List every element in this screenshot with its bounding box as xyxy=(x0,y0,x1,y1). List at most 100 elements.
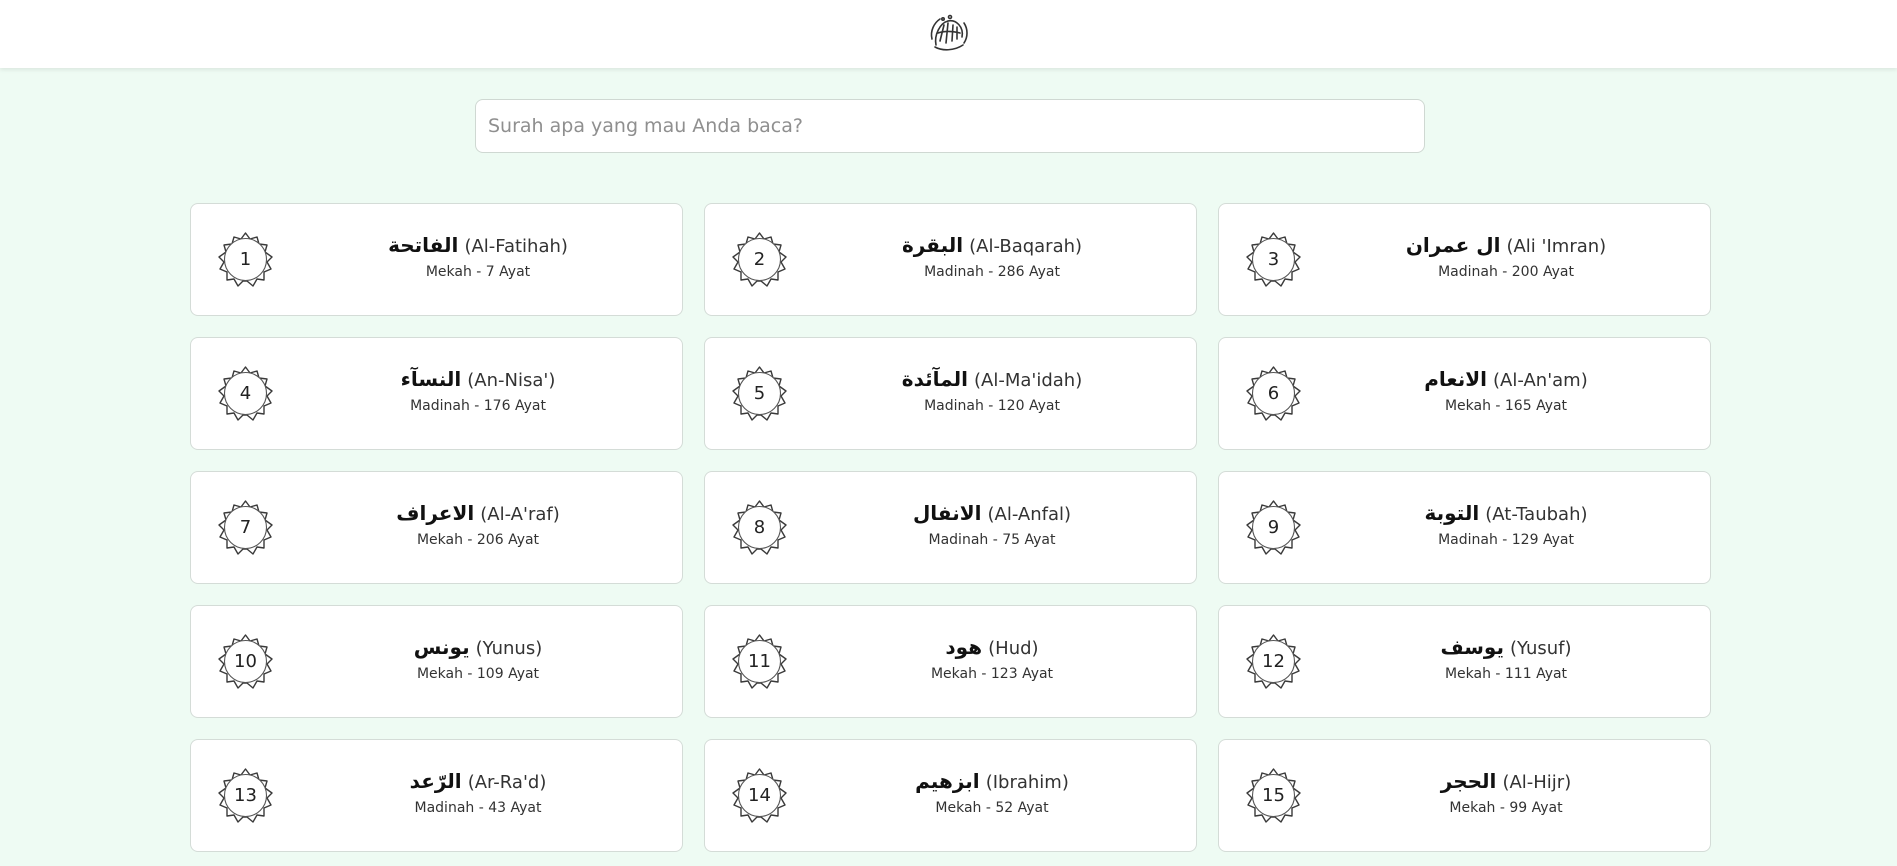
surah-number: 11 xyxy=(748,651,771,672)
surah-arabic-name: التوبة xyxy=(1424,501,1480,525)
surah-meta: Madinah - 75 Ayat xyxy=(928,532,1056,548)
surah-info: التوبة (At-Taubah) Madinah - 129 Ayat xyxy=(1302,500,1710,550)
surah-number: 14 xyxy=(748,785,771,806)
surah-title: يونس (Yunus) xyxy=(274,634,682,662)
surah-arabic-name: النسآء xyxy=(400,367,462,391)
surah-info: الانعام (Al-An'am) Mekah - 165 Ayat xyxy=(1302,366,1710,416)
surah-card-14[interactable]: 14 ابزهيم (Ibrahim) Mekah - 52 Ayat xyxy=(704,739,1197,852)
surah-meta: Mekah - 7 Ayat xyxy=(425,264,531,280)
search-bar xyxy=(475,99,1425,153)
surah-number-badge: 13 xyxy=(217,767,274,824)
surah-arabic-name: الانفال xyxy=(912,501,982,525)
surah-arabic-name: ال عمران xyxy=(1405,233,1501,257)
surah-info: يوسف (Yusuf) Mekah - 111 Ayat xyxy=(1302,634,1710,684)
quran-logo-icon[interactable] xyxy=(925,10,973,58)
surah-card-4[interactable]: 4 النسآء (An-Nisa') Madinah - 176 Ayat xyxy=(190,337,683,450)
surah-info: الانفال (Al-Anfal) Madinah - 75 Ayat xyxy=(788,500,1196,550)
surah-latin-name: (An-Nisa') xyxy=(467,370,556,391)
surah-card-7[interactable]: 7 الاعراف (Al-A'raf) Mekah - 206 Ayat xyxy=(190,471,683,584)
surah-title: النسآء (An-Nisa') xyxy=(274,366,682,394)
surah-meta: Madinah - 200 Ayat xyxy=(1438,264,1574,280)
surah-number: 2 xyxy=(753,249,766,270)
surah-meta: Madinah - 129 Ayat xyxy=(1438,532,1574,548)
surah-card-2[interactable]: 2 البقرة (Al-Baqarah) Madinah - 286 Ayat xyxy=(704,203,1197,316)
surah-title: البقرة (Al-Baqarah) xyxy=(788,232,1196,260)
surah-arabic-name: الفاتحة xyxy=(388,233,459,257)
surah-number-badge: 9 xyxy=(1245,499,1302,556)
surah-number-badge: 15 xyxy=(1245,767,1302,824)
surah-number: 8 xyxy=(753,517,766,538)
surah-latin-name: (Al-Hijr) xyxy=(1502,772,1572,793)
surah-meta: Mekah - 99 Ayat xyxy=(1449,800,1563,816)
surah-grid: 1 الفاتحة (Al-Fatihah) Mekah - 7 Ayat 2 … xyxy=(190,203,1711,852)
surah-title: الحجر (Al-Hijr) xyxy=(1302,768,1710,796)
surah-card-11[interactable]: 11 هود (Hud) Mekah - 123 Ayat xyxy=(704,605,1197,718)
surah-number: 3 xyxy=(1267,249,1280,270)
surah-info: الحجر (Al-Hijr) Mekah - 99 Ayat xyxy=(1302,768,1710,818)
surah-title: ال عمران (Ali 'Imran) xyxy=(1302,232,1710,260)
surah-info: هود (Hud) Mekah - 123 Ayat xyxy=(788,634,1196,684)
surah-card-9[interactable]: 9 التوبة (At-Taubah) Madinah - 129 Ayat xyxy=(1218,471,1711,584)
surah-number-badge: 12 xyxy=(1245,633,1302,690)
surah-meta: Madinah - 286 Ayat xyxy=(924,264,1060,280)
surah-card-15[interactable]: 15 الحجر (Al-Hijr) Mekah - 99 Ayat xyxy=(1218,739,1711,852)
surah-meta: Mekah - 111 Ayat xyxy=(1444,666,1568,682)
surah-info: يونس (Yunus) Mekah - 109 Ayat xyxy=(274,634,682,684)
surah-latin-name: (Hud) xyxy=(988,638,1039,659)
surah-number: 12 xyxy=(1262,651,1285,672)
surah-card-12[interactable]: 12 يوسف (Yusuf) Mekah - 111 Ayat xyxy=(1218,605,1711,718)
surah-number-badge: 14 xyxy=(731,767,788,824)
surah-arabic-name: الرّعد xyxy=(409,769,462,793)
surah-latin-name: (At-Taubah) xyxy=(1485,504,1588,525)
surah-card-5[interactable]: 5 المآئدة (Al-Ma'idah) Madinah - 120 Aya… xyxy=(704,337,1197,450)
surah-latin-name: (Al-Anfal) xyxy=(987,504,1072,525)
surah-number-badge: 10 xyxy=(217,633,274,690)
surah-latin-name: (Al-Ma'idah) xyxy=(973,370,1083,391)
surah-latin-name: (Al-A'raf) xyxy=(480,504,560,525)
surah-meta: Madinah - 43 Ayat xyxy=(414,800,542,816)
surah-latin-name: (Yunus) xyxy=(475,638,543,659)
surah-meta: Mekah - 109 Ayat xyxy=(416,666,540,682)
surah-card-8[interactable]: 8 الانفال (Al-Anfal) Madinah - 75 Ayat xyxy=(704,471,1197,584)
surah-meta: Madinah - 120 Ayat xyxy=(924,398,1060,414)
surah-latin-name: (Al-Baqarah) xyxy=(969,236,1083,257)
surah-title: هود (Hud) xyxy=(788,634,1196,662)
surah-info: البقرة (Al-Baqarah) Madinah - 286 Ayat xyxy=(788,232,1196,282)
surah-meta: Mekah - 206 Ayat xyxy=(416,532,540,548)
surah-number: 9 xyxy=(1267,517,1280,538)
search-input[interactable] xyxy=(475,99,1425,153)
surah-card-10[interactable]: 10 يونس (Yunus) Mekah - 109 Ayat xyxy=(190,605,683,718)
surah-arabic-name: هود xyxy=(945,635,983,659)
surah-title: الانفال (Al-Anfal) xyxy=(788,500,1196,528)
surah-info: ابزهيم (Ibrahim) Mekah - 52 Ayat xyxy=(788,768,1196,818)
surah-number-badge: 7 xyxy=(217,499,274,556)
surah-card-6[interactable]: 6 الانعام (Al-An'am) Mekah - 165 Ayat xyxy=(1218,337,1711,450)
surah-meta: Madinah - 176 Ayat xyxy=(410,398,546,414)
surah-arabic-name: البقرة xyxy=(901,233,964,257)
surah-title: الاعراف (Al-A'raf) xyxy=(274,500,682,528)
surah-number: 10 xyxy=(234,651,257,672)
surah-info: الاعراف (Al-A'raf) Mekah - 206 Ayat xyxy=(274,500,682,550)
surah-latin-name: (Al-Fatihah) xyxy=(464,236,568,257)
surah-info: الرّعد (Ar-Ra'd) Madinah - 43 Ayat xyxy=(274,768,682,818)
surah-number: 4 xyxy=(239,383,252,404)
surah-title: المآئدة (Al-Ma'idah) xyxy=(788,366,1196,394)
surah-number: 7 xyxy=(239,517,252,538)
surah-latin-name: (Ar-Ra'd) xyxy=(467,772,547,793)
surah-info: النسآء (An-Nisa') Madinah - 176 Ayat xyxy=(274,366,682,416)
surah-number: 1 xyxy=(239,249,252,270)
surah-card-13[interactable]: 13 الرّعد (Ar-Ra'd) Madinah - 43 Ayat xyxy=(190,739,683,852)
surah-meta: Mekah - 52 Ayat xyxy=(935,800,1049,816)
surah-number: 5 xyxy=(753,383,766,404)
surah-card-3[interactable]: 3 ال عمران (Ali 'Imran) Madinah - 200 Ay… xyxy=(1218,203,1711,316)
surah-meta: Mekah - 165 Ayat xyxy=(1444,398,1568,414)
surah-arabic-name: يوسف xyxy=(1440,635,1504,659)
surah-arabic-name: الاعراف xyxy=(396,501,475,525)
surah-latin-name: (Al-An'am) xyxy=(1493,370,1588,391)
surah-number-badge: 1 xyxy=(217,231,274,288)
surah-number-badge: 2 xyxy=(731,231,788,288)
surah-arabic-name: الانعام xyxy=(1424,367,1487,391)
surah-number-badge: 8 xyxy=(731,499,788,556)
surah-info: المآئدة (Al-Ma'idah) Madinah - 120 Ayat xyxy=(788,366,1196,416)
surah-card-1[interactable]: 1 الفاتحة (Al-Fatihah) Mekah - 7 Ayat xyxy=(190,203,683,316)
